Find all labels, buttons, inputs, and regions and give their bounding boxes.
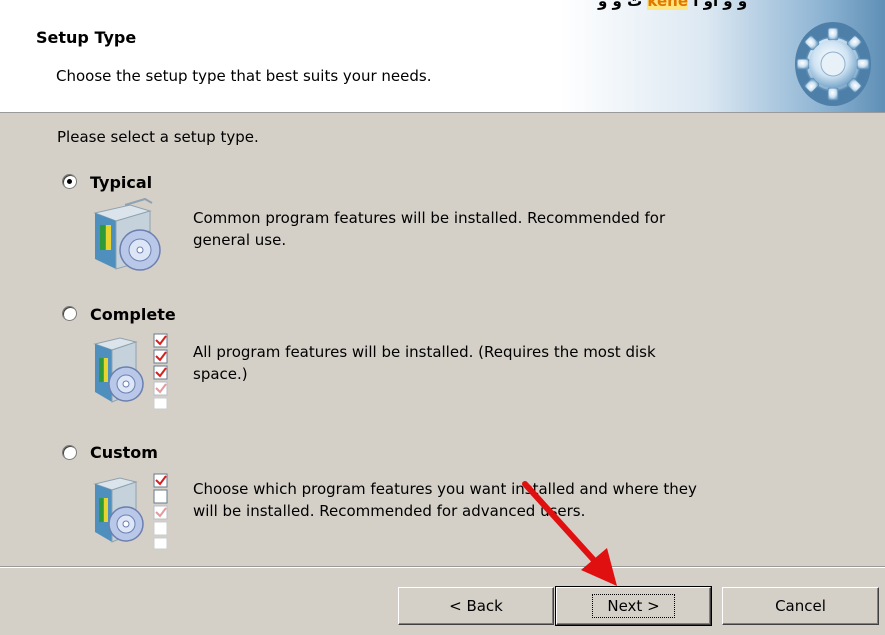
desc-line: All program features will be installed. … [193, 343, 656, 361]
select-prompt: Please select a setup type. [57, 128, 259, 146]
desc-line: Choose which program features you want i… [193, 480, 697, 498]
radio-complete[interactable] [62, 306, 77, 321]
gear-icon [795, 22, 871, 106]
radio-custom[interactable] [62, 445, 77, 460]
option-desc-typical: Common program features will be installe… [193, 207, 753, 251]
option-desc-custom: Choose which program features you want i… [193, 478, 753, 522]
desc-line: will be installed. Recommended for advan… [193, 502, 586, 520]
page-subtitle: Choose the setup type that best suits yo… [56, 67, 432, 85]
top-cropped-text: ت و و kene و و او ا [598, 0, 747, 10]
desc-line: space.) [193, 365, 248, 383]
install-package-icon [93, 197, 161, 271]
top-text-suffix: و و او ا [688, 0, 748, 10]
next-button-label: Next > [592, 594, 675, 618]
option-label-typical[interactable]: Typical [90, 173, 152, 192]
next-button[interactable]: Next > [555, 586, 712, 626]
radio-typical[interactable] [62, 174, 77, 189]
install-package-partial-checklist-icon [93, 473, 168, 550]
top-text-prefix: ت و و [598, 0, 648, 10]
desc-line: general use. [193, 231, 287, 249]
page-title: Setup Type [36, 28, 137, 47]
option-label-custom[interactable]: Custom [90, 443, 158, 462]
radio-selected-dot [67, 179, 72, 184]
install-package-checklist-icon [93, 333, 168, 410]
desc-line: Common program features will be installe… [193, 209, 666, 227]
top-text-highlight: kene [647, 0, 689, 10]
cancel-button[interactable]: Cancel [722, 587, 879, 625]
footer-divider [0, 566, 885, 568]
option-desc-complete: All program features will be installed. … [193, 341, 753, 385]
back-button[interactable]: < Back [398, 587, 554, 625]
option-label-complete[interactable]: Complete [90, 305, 176, 324]
header-banner: Setup Type Choose the setup type that be… [0, 0, 885, 113]
